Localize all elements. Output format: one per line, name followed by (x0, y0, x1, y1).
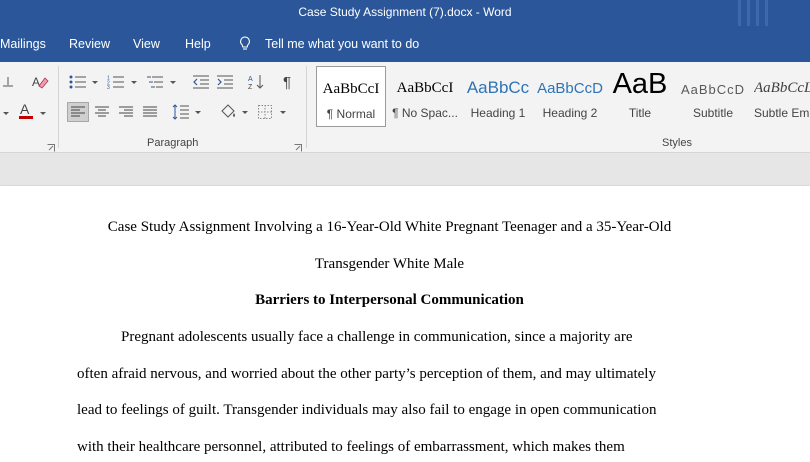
ribbon: A A 123 AZ ¶ Paragraph AaBbCcI ¶ Normal … (0, 62, 810, 153)
line-spacing-button[interactable] (170, 102, 192, 122)
svg-text:3: 3 (107, 85, 110, 89)
style-heading-2[interactable]: AaBbCcD Heading 2 (537, 66, 603, 127)
font-dialog-launcher-icon[interactable] (47, 139, 55, 152)
ribbon-tabs: Mailings Review View Help Tell me what y… (0, 26, 810, 62)
change-case-icon[interactable] (0, 72, 16, 92)
bullets-dropdown[interactable] (92, 81, 98, 84)
paragraph-line: with their healthcare personnel, attribu… (77, 439, 625, 455)
highlight-dropdown[interactable] (0, 103, 12, 123)
style-subtle-emphasis[interactable]: AaBbCcL Subtle Em... (752, 66, 810, 127)
tell-me-search[interactable]: Tell me what you want to do (265, 37, 419, 51)
title-bar: Case Study Assignment (7).docx - Word (0, 0, 810, 26)
line-spacing-dropdown[interactable] (195, 111, 201, 114)
paragraph-dialog-launcher-icon[interactable] (294, 139, 302, 152)
svg-text:A: A (20, 101, 30, 117)
font-color-dropdown[interactable] (40, 112, 46, 115)
align-center-button[interactable] (91, 102, 113, 122)
paragraph-line: lead to feelings of guilt. Transgender i… (77, 402, 657, 418)
borders-dropdown[interactable] (280, 111, 286, 114)
style-heading-1[interactable]: AaBbCc Heading 1 (464, 66, 532, 127)
lightbulb-icon[interactable] (239, 36, 251, 51)
borders-button[interactable] (254, 102, 276, 122)
titlebar-decoration (738, 0, 780, 26)
style-subtitle[interactable]: AaBbCcD Subtitle (678, 66, 748, 127)
document-title-line-2: Transgender White Male (314, 256, 465, 272)
document-page[interactable]: Case Study Assignment Involving a 16-Yea… (0, 186, 810, 462)
font-color-button[interactable]: A (14, 101, 38, 121)
tab-view[interactable]: View (133, 37, 160, 51)
tab-help[interactable]: Help (185, 37, 211, 51)
styles-gallery: AaBbCcI ¶ Normal AaBbCcI ¶ No Spac... Aa… (316, 66, 810, 127)
numbering-button[interactable]: 123 (104, 72, 128, 92)
sort-button[interactable]: AZ (245, 72, 267, 92)
svg-text:Z: Z (248, 84, 253, 90)
shading-button[interactable] (216, 102, 240, 122)
justify-button[interactable] (139, 102, 161, 122)
clear-formatting-icon[interactable]: A (28, 72, 52, 92)
tab-mailings[interactable]: Mailings (0, 37, 46, 51)
increase-indent-button[interactable] (214, 72, 236, 92)
window-title: Case Study Assignment (7).docx - Word (298, 5, 512, 19)
align-left-button[interactable] (67, 102, 89, 122)
shading-dropdown[interactable] (242, 111, 248, 114)
section-heading: Barriers to Interpersonal Communication (255, 292, 524, 308)
align-right-button[interactable] (115, 102, 137, 122)
multilevel-list-button[interactable] (143, 72, 167, 92)
paragraph-line: often afraid nervous, and worried about … (77, 366, 656, 382)
decrease-indent-button[interactable] (190, 72, 212, 92)
paragraph-line: Pregnant adolescents usually face a chal… (121, 329, 633, 345)
document-title-line-1: Case Study Assignment Involving a 16-Yea… (107, 219, 672, 235)
numbering-dropdown[interactable] (131, 81, 137, 84)
svg-text:A: A (32, 75, 40, 89)
styles-group-label: Styles (662, 137, 692, 149)
multilevel-list-dropdown[interactable] (170, 81, 176, 84)
bullets-button[interactable] (66, 72, 90, 92)
style-no-spacing[interactable]: AaBbCcI ¶ No Spac... (390, 66, 460, 127)
style-normal[interactable]: AaBbCcI ¶ Normal (316, 66, 386, 127)
paragraph-group-label: Paragraph (147, 137, 199, 149)
svg-text:A: A (248, 76, 253, 83)
show-formatting-marks-icon[interactable]: ¶ (276, 72, 298, 92)
tab-review[interactable]: Review (69, 37, 110, 51)
style-title[interactable]: AaB Title (607, 66, 673, 127)
